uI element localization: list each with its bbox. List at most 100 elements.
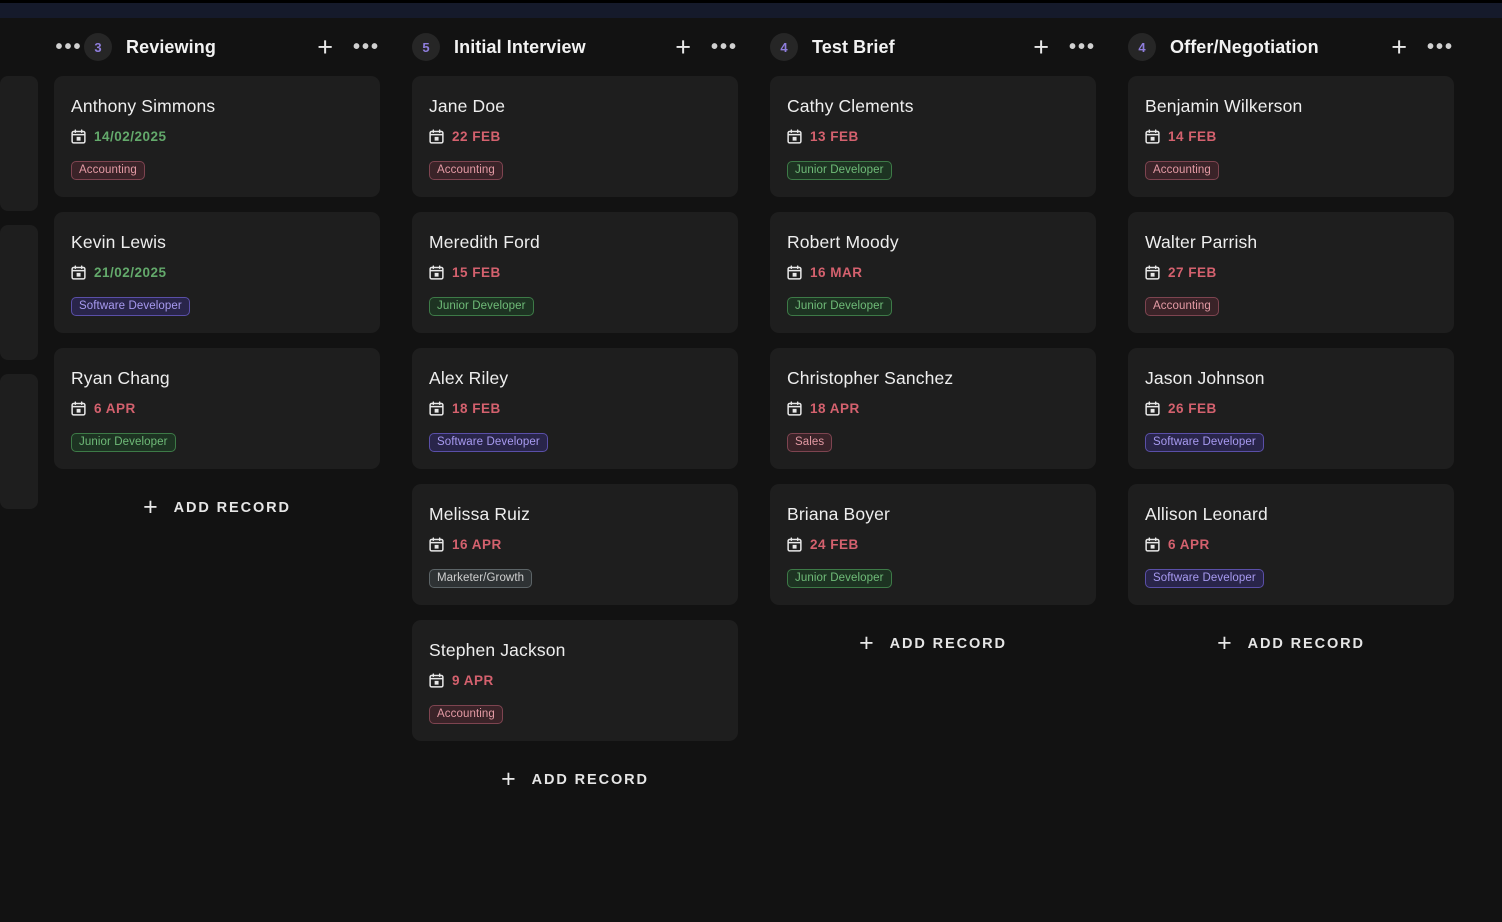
card-tag-row: Accounting bbox=[1145, 160, 1437, 180]
card-tag[interactable]: Junior Developer bbox=[787, 161, 892, 180]
card-tag[interactable]: Marketer/Growth bbox=[429, 569, 533, 588]
column-options-button-reviewing[interactable]: ••• bbox=[352, 36, 380, 58]
ghost-card[interactable] bbox=[0, 225, 38, 360]
card[interactable]: Meredith Ford 15 FEB Junior Developer bbox=[412, 212, 738, 333]
card-tag[interactable]: Accounting bbox=[71, 161, 145, 180]
add-record-button-reviewing[interactable]: + ADD RECORD bbox=[54, 487, 380, 528]
calendar-icon bbox=[787, 129, 802, 144]
column-title-reviewing: Reviewing bbox=[126, 36, 216, 57]
card-title: Anthony Simmons bbox=[71, 96, 216, 116]
card-tag[interactable]: Junior Developer bbox=[429, 297, 534, 316]
ghost-card[interactable] bbox=[0, 76, 38, 211]
card-tag-row: Junior Developer bbox=[71, 432, 363, 452]
card-tag[interactable]: Accounting bbox=[1145, 297, 1219, 316]
calendar-icon bbox=[787, 401, 802, 416]
column-body-offer-negotiation: Benjamin Wilkerson 14 FEB Accounting Walter… bbox=[1112, 76, 1470, 664]
card[interactable]: Jane Doe 22 FEB Accounting bbox=[412, 76, 738, 197]
card[interactable]: Cathy Clements 13 FEB Junior Developer bbox=[770, 76, 1096, 197]
card-date-row: 27 FEB bbox=[1145, 265, 1437, 280]
card-date: 18 APR bbox=[810, 401, 860, 416]
column-options-button-initial-interview[interactable]: ••• bbox=[711, 37, 738, 57]
card[interactable]: Jason Johnson 26 FEB Software Developer bbox=[1128, 348, 1454, 469]
card-date: 13 FEB bbox=[810, 129, 859, 144]
column-title-test-brief: Test Brief bbox=[812, 36, 895, 57]
card[interactable]: Ryan Chang 6 APR Junior Developer bbox=[54, 348, 380, 469]
card-title: Jason Johnson bbox=[1145, 368, 1265, 388]
card-tag[interactable]: Accounting bbox=[1145, 161, 1219, 180]
card[interactable]: Walter Parrish 27 FEB Accounting bbox=[1128, 212, 1454, 333]
card-date: 22 FEB bbox=[452, 129, 501, 144]
card[interactable]: Melissa Ruiz 16 APR Marketer/Growth bbox=[412, 484, 738, 605]
card[interactable]: Anthony Simmons 14/02/2025 Accounting bbox=[54, 76, 380, 197]
calendar-icon bbox=[71, 129, 86, 144]
calendar-icon bbox=[429, 129, 444, 144]
column-initial-interview: 5 Initial Interview + ••• Jane Doe 22 FEB Acco… bbox=[396, 18, 754, 800]
card-title: Christopher Sanchez bbox=[787, 368, 954, 388]
card-tag[interactable]: Accounting bbox=[429, 705, 503, 724]
column-title-offer-negotiation: Offer/Negotiation bbox=[1170, 36, 1319, 57]
column-header-reviewing: ••• 3 Reviewing + ••• bbox=[38, 18, 396, 76]
card-tag[interactable]: Junior Developer bbox=[787, 297, 892, 316]
column-options-button-test-brief[interactable]: ••• bbox=[1069, 37, 1096, 57]
card[interactable]: Robert Moody 16 MAR Junior Developer bbox=[770, 212, 1096, 333]
card[interactable]: Allison Leonard 6 APR Software Developer bbox=[1128, 484, 1454, 605]
add-record-button-offer-negotiation[interactable]: + ADD RECORD bbox=[1128, 623, 1454, 664]
add-record-label: ADD RECORD bbox=[173, 499, 291, 516]
card-tag[interactable]: Junior Developer bbox=[787, 569, 892, 588]
card[interactable]: Benjamin Wilkerson 14 FEB Accounting bbox=[1128, 76, 1454, 197]
card[interactable]: Stephen Jackson 9 APR Accounting bbox=[412, 620, 738, 741]
card[interactable]: Alex Riley 18 FEB Software Developer bbox=[412, 348, 738, 469]
kanban-board: ••• 3 Reviewing + ••• Anthony Simmons 14/02/20… bbox=[0, 18, 1502, 922]
plus-icon: + bbox=[1033, 31, 1049, 62]
add-record-button-test-brief[interactable]: + ADD RECORD bbox=[770, 623, 1096, 664]
card-date: 6 APR bbox=[94, 401, 136, 416]
column-options-button-offer-negotiation[interactable]: ••• bbox=[1427, 37, 1454, 57]
add-card-button-test-brief[interactable]: + bbox=[1033, 31, 1049, 62]
add-card-button-initial-interview[interactable]: + bbox=[675, 33, 691, 61]
plus-icon: + bbox=[143, 493, 160, 521]
card-title: Meredith Ford bbox=[429, 232, 540, 252]
add-record-button-initial-interview[interactable]: + ADD RECORD bbox=[412, 759, 738, 800]
card-tag[interactable]: Software Developer bbox=[1145, 569, 1264, 588]
calendar-icon bbox=[429, 537, 444, 552]
card[interactable]: Christopher Sanchez 18 APR Sales bbox=[770, 348, 1096, 469]
card-date: 9 APR bbox=[452, 673, 494, 688]
card-tag[interactable]: Software Developer bbox=[71, 297, 190, 316]
card[interactable]: Briana Boyer 24 FEB Junior Developer bbox=[770, 484, 1096, 605]
card-date-row: 14/02/2025 bbox=[71, 129, 363, 144]
card[interactable]: Kevin Lewis 21/02/2025 Software Developer bbox=[54, 212, 380, 333]
card-tag[interactable]: Software Developer bbox=[429, 433, 548, 452]
card-tag-row: Accounting bbox=[429, 704, 721, 724]
card-tag-row: Software Developer bbox=[429, 432, 721, 452]
card-tag[interactable]: Accounting bbox=[429, 161, 503, 180]
column-count-badge-initial-interview: 5 bbox=[412, 33, 440, 61]
calendar-icon bbox=[429, 401, 444, 416]
card-tag[interactable]: Software Developer bbox=[1145, 433, 1264, 452]
calendar-icon bbox=[1145, 401, 1160, 416]
add-card-button-reviewing[interactable]: + bbox=[317, 33, 333, 61]
card-tag-row: Software Developer bbox=[71, 296, 363, 316]
card-date: 16 MAR bbox=[810, 265, 863, 280]
card-date: 21/02/2025 bbox=[94, 265, 167, 280]
card-title: Alex Riley bbox=[429, 368, 509, 388]
card-title: Walter Parrish bbox=[1145, 232, 1258, 252]
ellipsis-icon: ••• bbox=[352, 36, 380, 58]
column-count-badge-test-brief: 4 bbox=[770, 33, 798, 61]
card-tag[interactable]: Sales bbox=[787, 433, 833, 452]
partial-column-body bbox=[0, 76, 38, 523]
column-body-reviewing: Anthony Simmons 14/02/2025 Accounting Kevin… bbox=[38, 76, 396, 528]
add-record-label: ADD RECORD bbox=[889, 635, 1007, 652]
ghost-card[interactable] bbox=[0, 374, 38, 509]
card-title: Kevin Lewis bbox=[71, 232, 167, 252]
board-options-icon[interactable]: ••• bbox=[54, 37, 84, 57]
card-date-row: 18 FEB bbox=[429, 401, 721, 416]
card-date-row: 14 FEB bbox=[1145, 129, 1437, 144]
column-actions-offer-negotiation: + ••• bbox=[1391, 33, 1454, 61]
column-header-offer-negotiation: 4 Offer/Negotiation + ••• bbox=[1112, 18, 1470, 76]
card-title: Robert Moody bbox=[787, 232, 899, 252]
card-date-row: 6 APR bbox=[71, 401, 363, 416]
plus-icon: + bbox=[859, 629, 876, 657]
add-card-button-offer-negotiation[interactable]: + bbox=[1391, 33, 1407, 61]
calendar-icon bbox=[71, 401, 86, 416]
card-tag[interactable]: Junior Developer bbox=[71, 433, 176, 452]
